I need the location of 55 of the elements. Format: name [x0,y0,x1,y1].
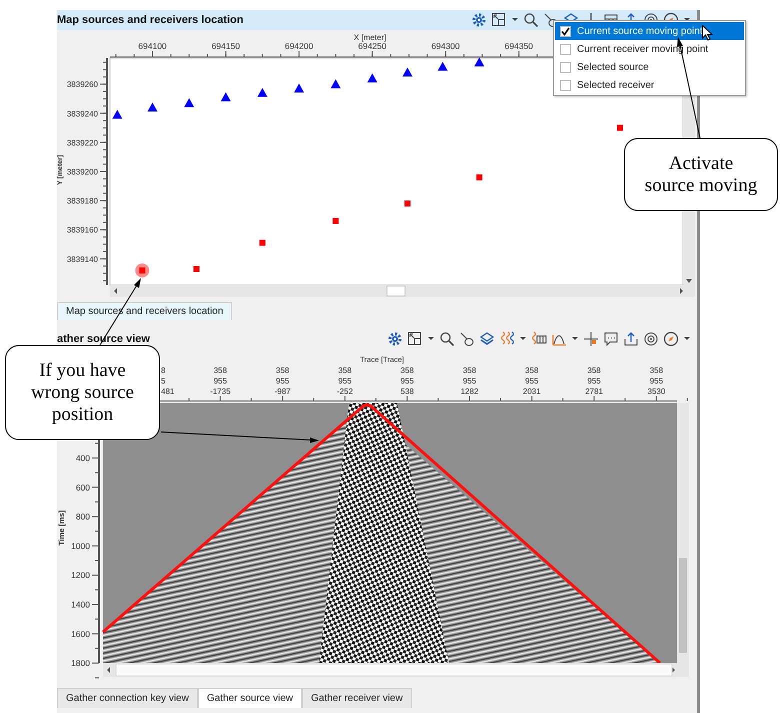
trace-header-label: -987 [274,387,291,396]
trace-header-label: 2781 [585,387,603,396]
trace-header-label: 955 [338,376,352,386]
y-tick-label: 3839140 [66,254,98,264]
trace-header-label: 955 [276,376,290,386]
trace-header-label: 955 [587,376,601,386]
trace-header-label: 955 [400,376,414,386]
callout-note: Activate source moving [624,138,778,211]
trace-header-label: 538 [400,387,414,396]
y-tick-label: 3839160 [66,226,98,235]
time-tick-label: 1000 [71,540,90,551]
time-tick-label: 600 [76,482,90,492]
y-tick-label: 3839180 [66,196,98,206]
x-tick-label: 694250 [358,41,386,51]
trace-header-label: 955 [525,376,538,386]
menu-item-label: Current source moving point [577,26,703,36]
trace-header-label: 3530 [648,387,666,396]
y-tick-label: 3839220 [66,138,98,148]
trace-header-label: 358 [338,366,352,375]
x-tick-label: 694300 [431,41,460,51]
trace-header-label: -1735 [210,387,231,396]
x-tick-label: 694200 [284,41,314,51]
trace-header-label: 955 [462,376,476,386]
trace-header-label: 358 [276,366,290,375]
trace-header-label: 358 [462,366,476,375]
trace-header-label: 358 [650,366,664,375]
x-tick-label: 694100 [138,41,167,51]
time-tick-label: 400 [76,453,90,463]
x-axis-title: X [meter] [354,33,386,42]
trace-header-label: -252 [336,387,353,396]
y-tick-label: 3839240 [66,109,98,118]
trace-header-label: 1282 [460,387,478,396]
trace-header-label: 5 [161,376,166,386]
menu-item-label: Selected receiver [577,80,654,90]
trace-header-label: 358 [214,366,227,375]
x-tick-label: 694150 [212,41,240,51]
trace-header-label: 2031 [522,387,541,396]
time-tick-label: 1800 [71,658,90,668]
trace-header-label: 955 [650,376,664,386]
callout-note: If you have wrong source position [5,345,160,440]
time-tick-label: 800 [76,512,90,522]
trace-header-label: 481 [161,387,174,396]
trace-header-label: 358 [400,366,414,375]
time-tick-label: 1400 [71,600,90,610]
trace-header-label: 358 [587,366,601,375]
y-tick-label: 3839260 [66,80,98,90]
time-tick-label: 1600 [71,628,90,639]
trace-header-label: 8 [161,366,166,375]
x-tick-label: 694350 [504,41,534,51]
y-tick-label: 3839200 [66,168,98,176]
menu-item-label: Selected source [577,62,649,72]
trace-header-label: 955 [214,376,227,386]
trace-header-label: 358 [525,366,538,375]
panel-title: Map sources and receivers location [57,14,244,26]
time-tick-label: 1200 [71,570,90,580]
